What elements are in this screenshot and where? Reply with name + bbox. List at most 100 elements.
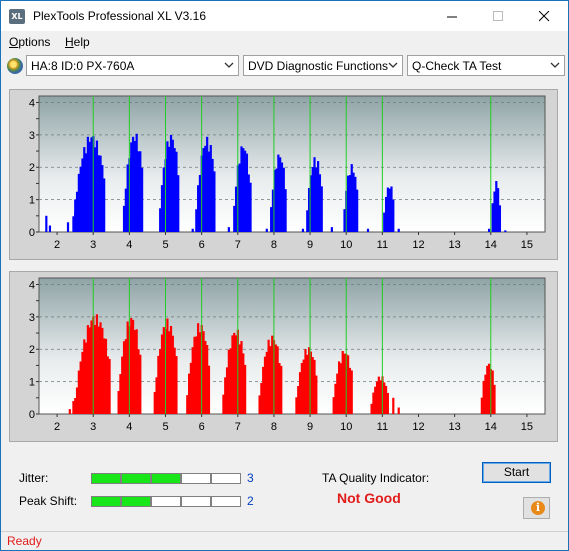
test-select[interactable]: Q-Check TA Test	[407, 55, 565, 76]
x-tick-label: 8	[271, 239, 277, 251]
maximize-icon	[493, 11, 503, 21]
chart-bar	[498, 205, 502, 232]
menu-bar: Options Help	[1, 32, 568, 52]
chart-bar	[74, 212, 77, 232]
x-tick-label: 4	[126, 421, 132, 433]
x-tick-label: 14	[485, 239, 497, 251]
chart-bar	[504, 230, 507, 232]
chevron-down-icon	[388, 62, 398, 68]
drive-select[interactable]: HA:8 ID:0 PX-760A	[26, 55, 239, 76]
x-tick-label: 10	[340, 239, 352, 251]
toolbar: HA:8 ID:0 PX-760A DVD Diagnostic Functio…	[1, 53, 568, 79]
meter-segment	[151, 496, 181, 507]
x-tick-label: 3	[90, 239, 96, 251]
chart-bar	[350, 370, 353, 414]
chart-bar	[108, 358, 111, 414]
meter-segment	[151, 473, 181, 484]
chart-bar	[493, 384, 496, 414]
y-tick-label: 2	[29, 344, 35, 356]
chart-bar	[320, 186, 323, 232]
info-button[interactable]: i	[523, 497, 550, 519]
x-tick-label: 15	[521, 421, 533, 433]
maximize-button[interactable]	[475, 1, 521, 31]
x-tick-label: 15	[521, 239, 533, 251]
x-tick-label: 2	[54, 421, 60, 433]
minimize-icon	[447, 16, 457, 18]
close-icon	[539, 11, 550, 22]
chart-bar	[207, 365, 211, 414]
chart-bar	[175, 356, 178, 414]
x-tick-label: 3	[90, 421, 96, 433]
jitter-value: 3	[247, 471, 254, 485]
meter-segment	[181, 473, 211, 484]
peak-shift-chart: 0 1 2 3 4 2 3 4 5 6 7 8 9 10 11 12 13 14 15	[9, 271, 558, 442]
x-tick-label: 9	[307, 421, 313, 433]
meter-segment	[91, 473, 121, 484]
chart-bar	[392, 199, 395, 232]
x-tick-label: 12	[412, 239, 424, 251]
chart-bar	[227, 227, 230, 232]
chart-bar	[330, 227, 333, 232]
chart-bar	[265, 228, 268, 232]
x-tick-label: 7	[235, 421, 241, 433]
meter-segment	[211, 473, 241, 484]
plot-area	[38, 277, 546, 415]
peak-shift-value: 2	[247, 494, 254, 508]
x-tick-label: 9	[307, 239, 313, 251]
jitter-chart-svg: 012342 3 4 5 6 7 8 9 10 11 12 13 14 15	[29, 95, 546, 251]
meter-segment	[211, 496, 241, 507]
y-tick-label: 1	[29, 195, 35, 207]
y-tick-label: 1	[29, 377, 35, 389]
x-tick-label: 10	[340, 421, 352, 433]
menu-help[interactable]: Help	[65, 35, 90, 49]
y-tick-label: 3	[29, 130, 35, 142]
info-icon: i	[531, 501, 545, 515]
y-tick-label: 0	[29, 227, 35, 239]
chart-bar	[141, 167, 144, 232]
drive-disc-icon	[7, 58, 23, 74]
ta-quality-value: Not Good	[337, 490, 401, 506]
application-window: XL PlexTools Professional XL V3.16 Optio…	[0, 0, 569, 551]
chart-bar	[392, 397, 395, 414]
peak-shift-label: Peak Shift:	[19, 494, 78, 508]
menu-options[interactable]: Options	[9, 35, 50, 49]
chevron-down-icon	[550, 62, 560, 68]
chart-bar	[301, 228, 305, 232]
chart-bar	[487, 228, 491, 232]
y-tick-label: 3	[29, 312, 35, 324]
meter-segment	[121, 496, 151, 507]
x-tick-label: 2	[54, 239, 60, 251]
chart-bar	[213, 171, 216, 232]
chart-bar	[244, 364, 247, 414]
chart-bar	[284, 189, 287, 232]
chart-bar	[48, 225, 52, 232]
x-tick-label: 6	[199, 421, 205, 433]
title-bar: XL PlexTools Professional XL V3.16	[1, 1, 568, 31]
chart-bar	[356, 189, 359, 232]
close-button[interactable]	[521, 1, 567, 31]
jitter-label: Jitter:	[19, 471, 49, 485]
chart-bar	[139, 354, 142, 414]
y-tick-label: 4	[29, 279, 35, 291]
chart-bar	[386, 392, 389, 414]
chart-bar	[315, 375, 318, 414]
chart-bar	[72, 401, 75, 414]
window-title: PlexTools Professional XL V3.16	[33, 9, 206, 23]
chart-bar	[177, 175, 180, 232]
meter-segment	[121, 473, 151, 484]
minimize-button[interactable]	[429, 1, 475, 31]
y-tick-label: 4	[29, 97, 35, 109]
function-select[interactable]: DVD Diagnostic Functions	[243, 55, 403, 76]
chart-bar	[397, 407, 400, 414]
chart-bar	[280, 365, 283, 414]
start-button[interactable]: Start	[482, 462, 551, 483]
x-tick-label: 11	[377, 421, 388, 433]
status-bar: Ready	[1, 531, 568, 551]
x-tick-label: 12	[412, 421, 424, 433]
peak-shift-chart-svg: 012342 3 4 5 6 7 8 9 10 11 12 13 14 15	[29, 277, 546, 433]
meter-segment	[181, 496, 211, 507]
chart-bar	[397, 228, 400, 232]
chart-bar	[68, 409, 71, 414]
x-tick-label: 5	[162, 421, 168, 433]
x-tick-label: 13	[449, 239, 461, 251]
